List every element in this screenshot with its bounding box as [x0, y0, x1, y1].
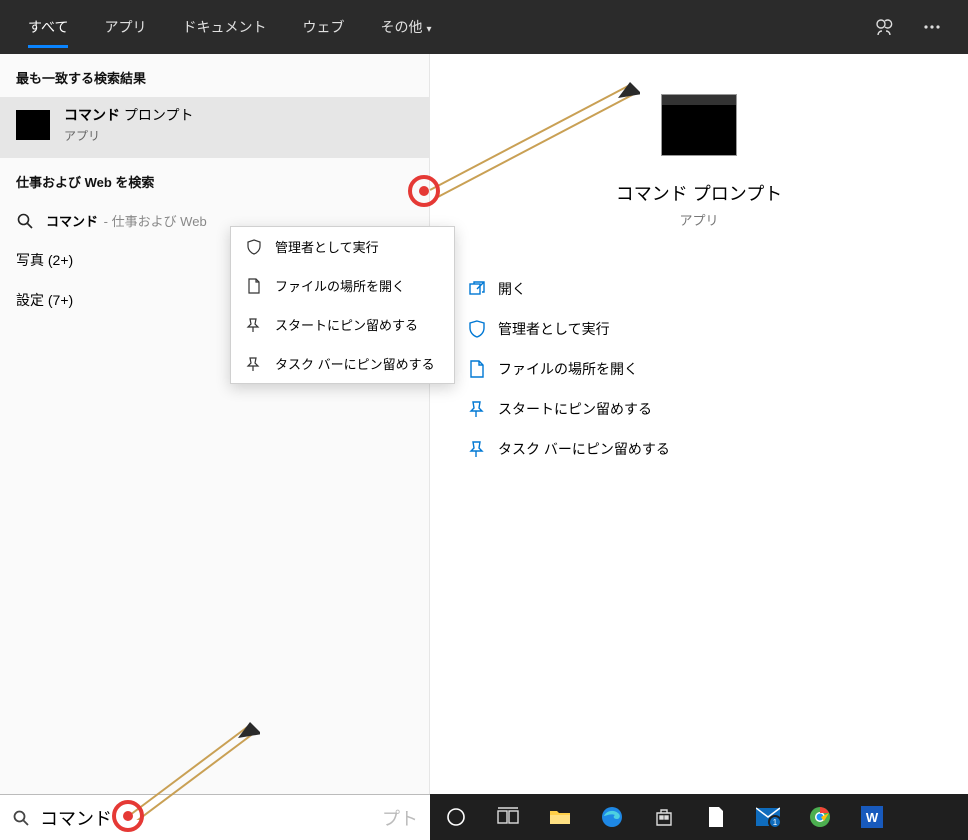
chevron-down-icon: ▾	[426, 24, 431, 35]
tab-documents[interactable]: ドキュメント	[164, 0, 284, 54]
action-run-as-admin[interactable]: 管理者として実行	[452, 309, 968, 349]
search-icon	[12, 809, 30, 827]
mail-button[interactable]: 1	[742, 794, 794, 840]
tab-all[interactable]: すべて	[10, 0, 86, 54]
filter-tabs: すべて アプリ ドキュメント ウェブ その他▾	[10, 0, 450, 54]
action-label: 管理者として実行	[498, 319, 610, 339]
taskbar: プト 1 W	[0, 794, 968, 840]
edge-button[interactable]	[586, 794, 638, 840]
header-actions	[872, 15, 958, 39]
file-explorer-button[interactable]	[534, 794, 586, 840]
document-button[interactable]	[690, 794, 742, 840]
tab-more[interactable]: その他▾	[362, 0, 449, 54]
file-icon	[468, 360, 486, 378]
action-pin-taskbar[interactable]: タスク バーにピン留めする	[452, 429, 968, 469]
feedback-icon[interactable]	[872, 15, 896, 39]
tab-web[interactable]: ウェブ	[284, 0, 362, 54]
action-label: ファイルの場所を開く	[498, 359, 638, 379]
search-suffix-ghost: プト	[382, 805, 418, 831]
store-button[interactable]	[638, 794, 690, 840]
ctx-pin-start[interactable]: スタートにピン留めする	[231, 305, 454, 344]
best-match-subtitle: アプリ	[64, 127, 193, 144]
cmd-large-icon	[661, 94, 737, 156]
settings-label: 設定 (7+)	[16, 290, 73, 310]
ctx-label: 管理者として実行	[275, 237, 379, 256]
taskbar-search[interactable]: プト	[0, 794, 430, 840]
more-icon[interactable]	[920, 15, 944, 39]
cortana-button[interactable]	[430, 794, 482, 840]
preview-panel: コマンド プロンプト アプリ 開く 管理者として実行 ファイルの場所を開く スタ…	[430, 54, 968, 794]
best-match-item[interactable]: コマンド プロンプト アプリ	[0, 97, 429, 158]
ctx-label: スタートにピン留めする	[275, 315, 418, 334]
pin-icon	[245, 316, 263, 334]
best-match-header: 最も一致する検索結果	[0, 54, 429, 97]
action-open[interactable]: 開く	[452, 269, 968, 309]
preview-subtitle: アプリ	[430, 210, 968, 229]
open-icon	[468, 280, 486, 298]
taskbar-items: 1 W	[430, 794, 968, 840]
ctx-label: タスク バーにピン留めする	[275, 354, 435, 373]
web-search-header: 仕事および Web を検索	[0, 158, 429, 201]
best-match-title: コマンド プロンプト	[64, 105, 193, 125]
context-menu: 管理者として実行 ファイルの場所を開く スタートにピン留めする タスク バーにピ…	[230, 226, 455, 384]
file-icon	[245, 277, 263, 295]
shield-icon	[245, 238, 263, 256]
shield-icon	[468, 320, 486, 338]
action-label: 開く	[498, 279, 526, 299]
preview-header: コマンド プロンプト アプリ	[430, 94, 968, 229]
search-input[interactable]	[40, 807, 378, 828]
task-view-button[interactable]	[482, 794, 534, 840]
pin-icon	[245, 355, 263, 373]
search-header: すべて アプリ ドキュメント ウェブ その他▾	[0, 0, 968, 54]
preview-actions: 開く 管理者として実行 ファイルの場所を開く スタートにピン留めする タスク バ…	[430, 269, 968, 469]
ctx-run-as-admin[interactable]: 管理者として実行	[231, 227, 454, 266]
photos-label: 写真 (2+)	[16, 250, 73, 270]
ctx-label: ファイルの場所を開く	[275, 276, 405, 295]
chrome-button[interactable]	[794, 794, 846, 840]
preview-title: コマンド プロンプト	[430, 180, 968, 206]
pin-icon	[468, 400, 486, 418]
svg-text:1: 1	[773, 818, 778, 827]
ctx-pin-taskbar[interactable]: タスク バーにピン留めする	[231, 344, 454, 383]
cmd-thumbnail-icon	[16, 110, 50, 140]
ctx-open-location[interactable]: ファイルの場所を開く	[231, 266, 454, 305]
svg-text:W: W	[866, 810, 879, 825]
action-pin-start[interactable]: スタートにピン留めする	[452, 389, 968, 429]
action-label: タスク バーにピン留めする	[498, 439, 670, 459]
word-button[interactable]: W	[846, 794, 898, 840]
search-results: 最も一致する検索結果 コマンド プロンプト アプリ 仕事および Web を検索 …	[0, 54, 968, 794]
action-open-location[interactable]: ファイルの場所を開く	[452, 349, 968, 389]
results-list: 最も一致する検索結果 コマンド プロンプト アプリ 仕事および Web を検索 …	[0, 54, 430, 794]
web-query-text: コマンド - 仕事および Web	[46, 211, 207, 230]
tab-apps[interactable]: アプリ	[86, 0, 164, 54]
search-icon	[16, 212, 34, 230]
action-label: スタートにピン留めする	[498, 399, 652, 419]
pin-icon	[468, 440, 486, 458]
